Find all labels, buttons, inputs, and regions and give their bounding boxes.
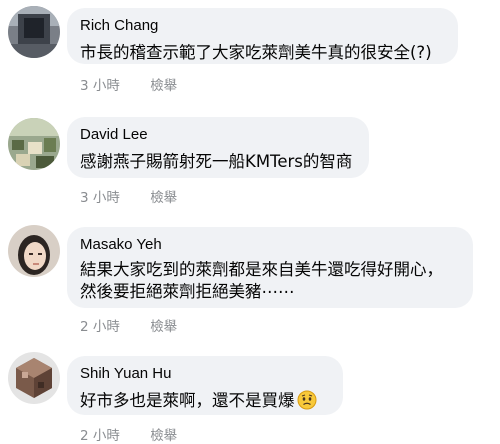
comment-timestamp[interactable]: 2 小時 <box>80 315 120 335</box>
comment-timestamp[interactable]: 2 小時 <box>80 424 120 444</box>
avatar[interactable] <box>8 225 60 277</box>
comment-meta: 2 小時 檢舉 <box>80 424 177 444</box>
comment-timestamp[interactable]: 3 小時 <box>80 74 120 94</box>
report-link[interactable]: 檢舉 <box>150 424 177 444</box>
profile-photo-icon <box>8 118 60 170</box>
comment-timestamp[interactable]: 3 小時 <box>80 186 120 206</box>
comment-text: 好市多也是萊啊，還不是買爆 <box>80 388 329 418</box>
comment-text: 結果大家吃到的萊劑都是來自美牛還吃得好開心， 然後要拒絕萊劑拒絕美豬⋯⋯ <box>80 260 443 301</box>
comment-text: 感謝燕子賜箭射死一船KMTers的智商 <box>80 152 353 171</box>
comment-meta: 2 小時 檢舉 <box>80 315 177 335</box>
avatar[interactable] <box>8 118 60 170</box>
profile-photo-icon <box>8 6 60 58</box>
comment-meta: 3 小時 檢舉 <box>80 74 177 94</box>
comment-bubble: Shih Yuan Hu 好市多也是萊啊，還不是買爆 <box>67 356 343 415</box>
report-link[interactable]: 檢舉 <box>150 74 177 94</box>
commenter-name[interactable]: David Lee <box>80 126 355 144</box>
comment-bubble: Masako Yeh 結果大家吃到的萊劑都是來自美牛還吃得好開心， 然後要拒絕萊… <box>67 227 473 308</box>
avatar[interactable] <box>8 352 60 404</box>
worried-face-icon <box>297 390 317 418</box>
report-link[interactable]: 檢舉 <box>150 186 177 206</box>
comment-bubble: Rich Chang 市長的稽查示範了大家吃萊劑美牛真的很安全(?) <box>67 8 458 64</box>
report-link[interactable]: 檢舉 <box>150 315 177 335</box>
commenter-name[interactable]: Rich Chang <box>80 17 444 35</box>
comment-bubble: David Lee 感謝燕子賜箭射死一船KMTers的智商 <box>67 117 369 178</box>
avatar[interactable] <box>8 6 60 58</box>
commenter-name[interactable]: Shih Yuan Hu <box>80 365 329 383</box>
comment-meta: 3 小時 檢舉 <box>80 186 177 206</box>
comment-text-content: 好市多也是萊啊，還不是買爆 <box>80 391 295 410</box>
comment-text: 市長的稽查示範了大家吃萊劑美牛真的很安全(?) <box>80 43 432 62</box>
profile-photo-icon <box>8 225 60 277</box>
profile-photo-icon <box>8 352 60 404</box>
commenter-name[interactable]: Masako Yeh <box>80 236 459 254</box>
